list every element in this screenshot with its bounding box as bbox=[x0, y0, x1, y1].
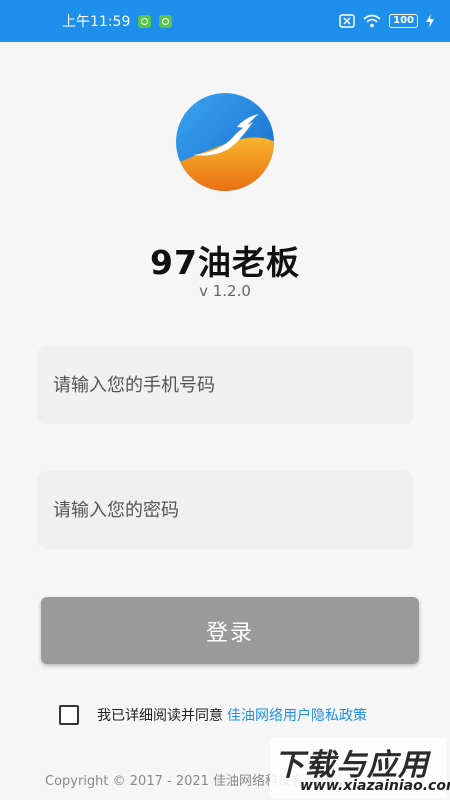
status-left: 上午11:59 bbox=[62, 11, 173, 31]
phone-input[interactable] bbox=[37, 346, 414, 424]
status-time: 上午11:59 bbox=[62, 14, 131, 30]
battery-icon: 100 bbox=[389, 14, 418, 28]
no-sim-icon bbox=[339, 14, 355, 28]
watermark-url: www.xiazainiao.com bbox=[300, 778, 450, 794]
notification-icon bbox=[159, 14, 173, 28]
app-logo-icon bbox=[175, 92, 275, 192]
agreement-text: 我已详细阅读并同意 bbox=[97, 708, 223, 724]
agreement-row: 我已详细阅读并同意 佳油网络用户隐私政策 bbox=[59, 704, 367, 726]
login-button[interactable]: 登录 bbox=[41, 597, 419, 664]
app-version: v 1.2.0 bbox=[199, 282, 251, 300]
notification-icon bbox=[138, 14, 152, 28]
password-input[interactable] bbox=[37, 471, 414, 549]
status-right: 100 bbox=[339, 14, 434, 28]
privacy-policy-link[interactable]: 佳油网络用户隐私政策 bbox=[227, 705, 367, 725]
app-title: 97油老板 bbox=[150, 243, 300, 282]
agreement-checkbox[interactable] bbox=[59, 705, 79, 725]
wifi-icon bbox=[363, 14, 381, 28]
status-bar: 上午11:59 100 bbox=[0, 0, 450, 42]
charging-icon bbox=[426, 14, 434, 28]
